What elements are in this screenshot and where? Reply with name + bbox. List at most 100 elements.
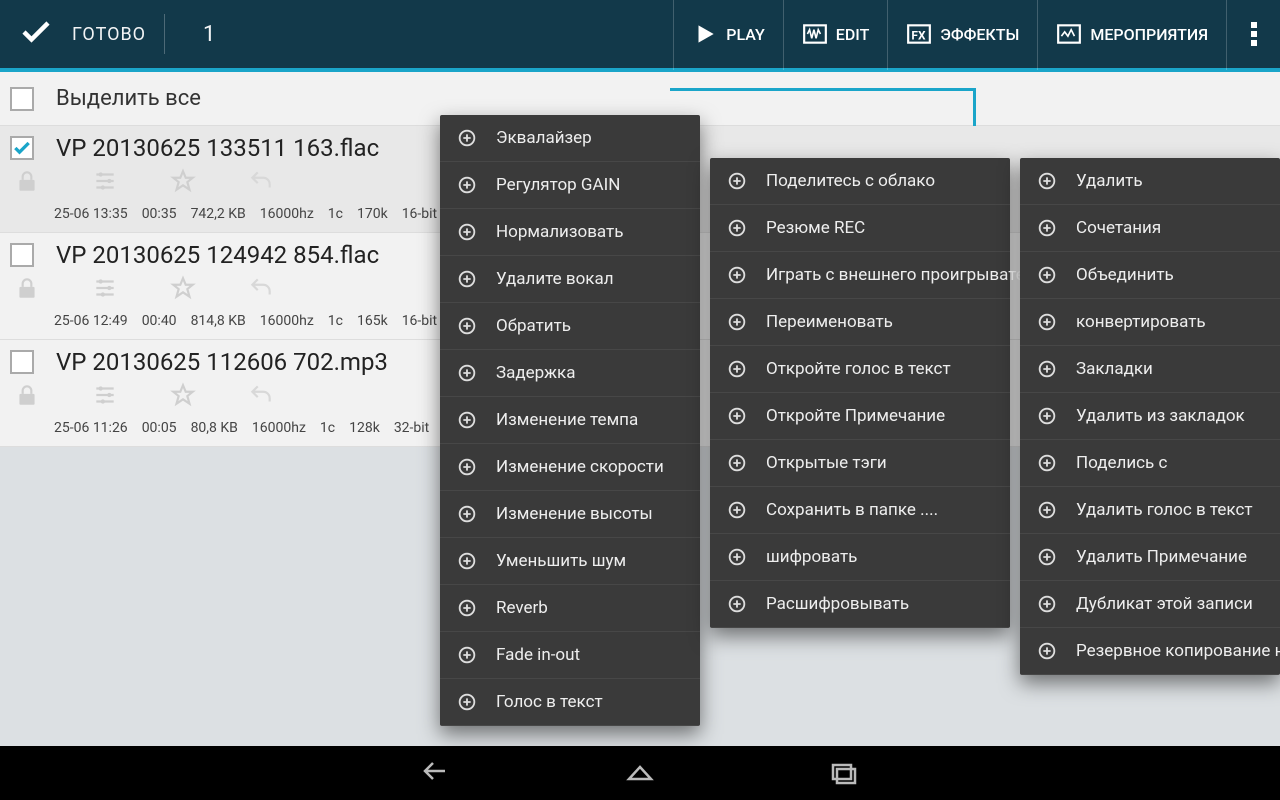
sliders-icon[interactable] — [92, 275, 118, 305]
menu-item-label: Удалить Примечание — [1076, 547, 1247, 567]
menu-item-label: Расшифровывать — [766, 594, 909, 614]
edit-button[interactable]: EDIT — [783, 0, 888, 70]
menu-item-label: Объединить — [1076, 265, 1174, 285]
menu-item-label: Удалить из закладок — [1076, 406, 1245, 426]
file-checkbox[interactable] — [10, 350, 34, 374]
undo-icon[interactable] — [248, 275, 274, 305]
menu-item-label: Изменение скорости — [496, 457, 664, 477]
menu-item-label: Уменьшить шум — [496, 551, 626, 571]
menu-item-label: шифровать — [766, 547, 857, 567]
menu-item[interactable]: Переименовать — [710, 299, 1010, 346]
menu-item-label: Удалите вокал — [496, 269, 614, 289]
menu-item[interactable]: Обратить — [440, 303, 700, 350]
menu-item[interactable]: Удалить из закладок — [1020, 393, 1280, 440]
menu-item[interactable]: Закладки — [1020, 346, 1280, 393]
menu-item[interactable]: Задержка — [440, 350, 700, 397]
menu-item-label: Переименовать — [766, 312, 893, 332]
menu-item[interactable]: Удалить — [1020, 158, 1280, 205]
menu-item[interactable]: Откройте голос в текст — [710, 346, 1010, 393]
file-title: VP 20130625 124942 854.flac — [56, 241, 379, 269]
select-all-label: Выделить все — [56, 86, 201, 111]
menu-item-label: Изменение темпа — [496, 410, 638, 430]
menu-item[interactable]: Расшифровывать — [710, 581, 1010, 628]
select-all-checkbox[interactable] — [10, 87, 34, 111]
menu-item-label: Сочетания — [1076, 218, 1161, 238]
menu-item-label: Голос в текст — [496, 692, 603, 712]
menu-item[interactable]: Резюме REC — [710, 205, 1010, 252]
menu-item-label: Регулятор GAIN — [496, 175, 620, 195]
overflow-button[interactable] — [1226, 0, 1280, 70]
done-button[interactable] — [18, 14, 54, 54]
menu-item-label: Reverb — [496, 598, 548, 618]
menu-item-label: Резервное копирование на обла — [1076, 641, 1280, 661]
menu-item[interactable]: Изменение скорости — [440, 444, 700, 491]
menu-item-label: Задержка — [496, 363, 576, 383]
menu-item[interactable]: Дубликат этой записи — [1020, 581, 1280, 628]
effects-button[interactable]: ЭФФЕКТЫ — [887, 0, 1037, 70]
file-title: VP 20130625 133511 163.flac — [56, 134, 379, 162]
lock-icon — [14, 168, 40, 198]
events-button[interactable]: МЕРОПРИЯТИЯ — [1037, 0, 1226, 70]
file-title: VP 20130625 112606 702.mp3 — [56, 348, 388, 376]
back-button[interactable] — [419, 754, 453, 792]
menu-item-label: Fade in-out — [496, 645, 580, 665]
menu-item-label: Поделитесь с облако — [766, 171, 935, 191]
undo-icon[interactable] — [248, 168, 274, 198]
menu-item-label: Обратить — [496, 316, 571, 336]
menu-item[interactable]: Изменение высоты — [440, 491, 700, 538]
menu-item-label: Откройте Примечание — [766, 406, 945, 426]
star-icon[interactable] — [170, 168, 196, 198]
menu-item[interactable]: Регулятор GAIN — [440, 162, 700, 209]
menu-item[interactable]: Голос в текст — [440, 679, 700, 726]
menu-item[interactable]: конвертировать — [1020, 299, 1280, 346]
file-checkbox[interactable] — [10, 136, 34, 160]
selection-count: 1 — [183, 22, 215, 47]
lock-icon — [14, 382, 40, 412]
home-button[interactable] — [623, 754, 657, 792]
menu-item[interactable]: Удалить Примечание — [1020, 534, 1280, 581]
lock-icon — [14, 275, 40, 305]
menu-item[interactable]: Поделись с — [1020, 440, 1280, 487]
menu-item-label: Открытые тэги — [766, 453, 887, 473]
menu-item-label: Дубликат этой записи — [1076, 594, 1253, 614]
menu-item[interactable]: Эквалайзер — [440, 115, 700, 162]
menu-item[interactable]: Открытые тэги — [710, 440, 1010, 487]
star-icon[interactable] — [170, 275, 196, 305]
menu-item[interactable]: Fade in-out — [440, 632, 700, 679]
menu-item[interactable]: Reverb — [440, 585, 700, 632]
menu-item[interactable]: Изменение темпа — [440, 397, 700, 444]
recent-button[interactable] — [827, 754, 861, 792]
menu-item-label: Удалить голос в текст — [1076, 500, 1253, 520]
sliders-icon[interactable] — [92, 168, 118, 198]
play-button[interactable]: PLAY — [673, 0, 783, 70]
menu-item[interactable]: Откройте Примечание — [710, 393, 1010, 440]
menu-item-label: Эквалайзер — [496, 128, 592, 148]
menu-item[interactable]: шифровать — [710, 534, 1010, 581]
menu-item-label: Удалить — [1076, 171, 1143, 191]
menu-item[interactable]: Объединить — [1020, 252, 1280, 299]
menu-item[interactable]: Резервное копирование на обла — [1020, 628, 1280, 675]
effects-menu: Эквалайзер Регулятор GAIN Нормализовать Уда… — [440, 115, 700, 726]
menu-item-label: Изменение высоты — [496, 504, 653, 524]
menu-item-label: Поделись с — [1076, 453, 1167, 473]
star-icon[interactable] — [170, 382, 196, 412]
undo-icon[interactable] — [248, 382, 274, 412]
menu-item[interactable]: Нормализовать — [440, 209, 700, 256]
menu-item[interactable]: Поделитесь с облако — [710, 158, 1010, 205]
sliders-icon[interactable] — [92, 382, 118, 412]
menu-item[interactable]: Играть с внешнего проигрывателя — [710, 252, 1010, 299]
menu-item[interactable]: Удалить голос в текст — [1020, 487, 1280, 534]
more-menu: Удалить Сочетания Объединить конвертировать… — [1020, 158, 1280, 675]
menu-item-label: Резюме REC — [766, 218, 865, 238]
menu-item-label: Играть с внешнего проигрывателя — [766, 265, 1044, 285]
menu-item[interactable]: Сохранить в папке .... — [710, 487, 1010, 534]
file-checkbox[interactable] — [10, 243, 34, 267]
menu-item[interactable]: Уменьшить шум — [440, 538, 700, 585]
menu-item-label: Откройте голос в текст — [766, 359, 951, 379]
done-label: ГОТОВО — [72, 24, 146, 45]
menu-item[interactable]: Удалите вокал — [440, 256, 700, 303]
menu-item[interactable]: Сочетания — [1020, 205, 1280, 252]
menu-item-label: Нормализовать — [496, 222, 623, 242]
menu-item-label: конвертировать — [1076, 312, 1206, 332]
action-bar: ГОТОВО 1 PLAY EDIT ЭФФЕКТЫ МЕРОПРИЯТИЯ — [0, 0, 1280, 72]
